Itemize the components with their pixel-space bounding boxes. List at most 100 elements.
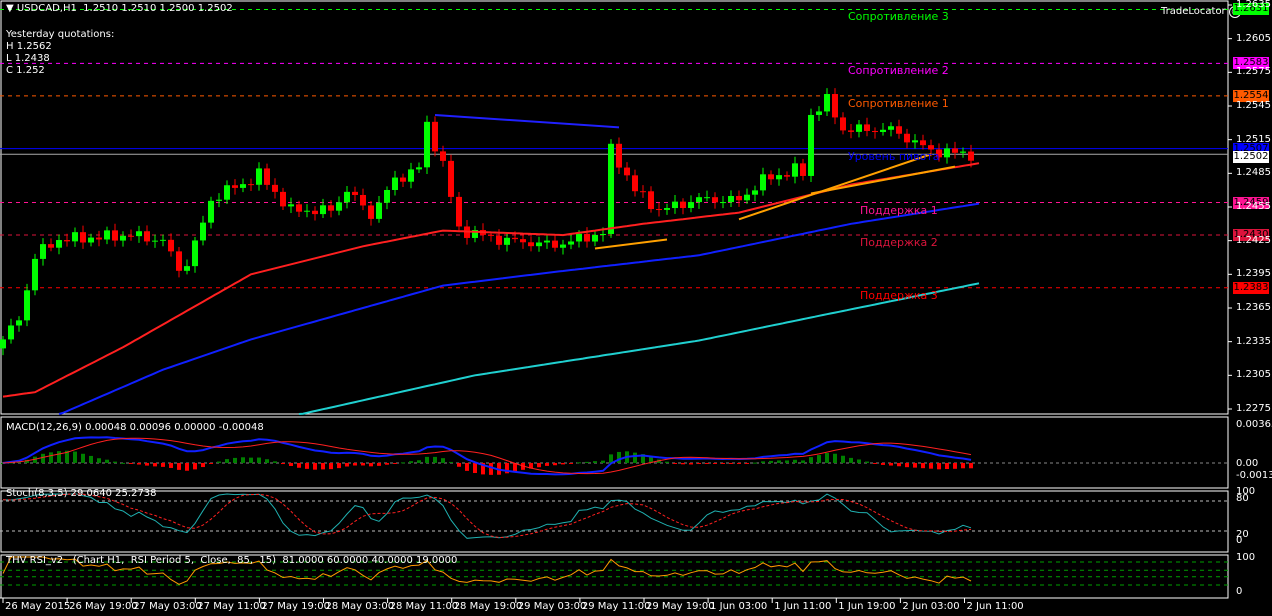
price-tick-label: 1.2455 [1236, 200, 1271, 212]
macd-histogram-bar [465, 462, 469, 471]
macd-histogram-bar [561, 462, 565, 465]
bear-candle [64, 240, 70, 242]
macd-histogram-bar [713, 462, 717, 464]
yesterday-low: L 1.2438 [6, 53, 50, 64]
bull-candle [256, 168, 262, 185]
bull-candle [344, 191, 350, 203]
bear-candle [232, 185, 238, 188]
macd-histogram-bar [193, 462, 197, 470]
bear-candle [896, 126, 902, 134]
bear-candle [352, 191, 358, 195]
trendline [594, 238, 668, 250]
bear-candle [328, 205, 334, 211]
bear-candle [168, 239, 174, 252]
bull-candle [704, 197, 710, 199]
time-tick-label: 26 May 19:00 [69, 601, 138, 612]
bear-candle [296, 204, 302, 212]
macd-histogram-bar [337, 462, 341, 469]
bull-candle [336, 202, 342, 211]
bear-candle [176, 251, 182, 271]
bull-candle [408, 169, 414, 182]
bull-candle [56, 240, 62, 248]
bull-candle [224, 185, 230, 200]
time-tick-label: 27 May 03:00 [133, 601, 202, 612]
bid-price-tag: 1.2502 [1233, 151, 1269, 163]
macd-histogram-bar [849, 457, 853, 463]
macd-histogram-bar [769, 460, 773, 463]
macd-histogram-bar [41, 453, 45, 463]
bear-candle [784, 175, 790, 177]
time-tick-label: 1 Jun 19:00 [838, 601, 896, 612]
macd-histogram-bar [385, 462, 389, 465]
bull-candle [856, 124, 862, 132]
macd-histogram-bar [137, 462, 141, 465]
price-tick-label: 1.2335 [1236, 335, 1271, 347]
macd-histogram-bar [49, 452, 53, 463]
macd-histogram-bar [801, 460, 805, 463]
macd-histogram-bar [889, 462, 893, 466]
collapse-triangle-icon[interactable]: ▼ [6, 3, 17, 14]
macd-histogram-bar [681, 462, 685, 465]
bull-candle [824, 94, 830, 112]
time-tick-label: 1 Jun 03:00 [710, 601, 768, 612]
bear-candle [680, 201, 686, 208]
bull-candle [240, 184, 246, 188]
bull-candle [776, 175, 782, 180]
bear-candle [248, 184, 254, 186]
macd-histogram-bar [969, 462, 973, 469]
bull-candle [416, 167, 422, 170]
macd-histogram-bar [289, 462, 293, 466]
macd-axis-max: 0.00365 [1236, 419, 1272, 430]
macd-histogram-bar [881, 462, 885, 465]
price-tick-label: 1.2515 [1236, 133, 1271, 145]
bear-candle [512, 237, 518, 240]
bear-candle [456, 196, 462, 227]
macd-histogram-bar [233, 457, 237, 463]
bear-candle [80, 232, 86, 243]
macd-histogram-bar [633, 452, 637, 463]
macd-histogram-bar [217, 461, 221, 463]
bull-candle [592, 234, 598, 242]
macd-histogram-bar [113, 461, 117, 463]
macd-histogram-bar [441, 458, 445, 463]
chart-canvas[interactable] [0, 0, 1272, 616]
bear-candle [520, 239, 526, 243]
macd-histogram-bar [673, 462, 677, 464]
macd-histogram-bar [209, 462, 213, 464]
macd-histogram-bar [761, 461, 765, 463]
macd-histogram-bar [73, 451, 77, 463]
macd-histogram-bar [921, 462, 925, 469]
bull-candle [816, 111, 822, 115]
macd-histogram-bar [369, 462, 373, 467]
macd-histogram-bar [665, 461, 669, 463]
bull-candle [560, 244, 566, 248]
macd-histogram-bar [841, 455, 845, 463]
bear-candle [736, 196, 742, 201]
level-label: Поддержка 3 [860, 288, 938, 302]
bear-candle [624, 167, 630, 176]
macd-histogram-bar [729, 462, 733, 464]
macd-histogram-bar [185, 462, 189, 471]
stoch-label: Stoch(8,3,5) 29.0640 25.2738 [6, 488, 157, 499]
macd-histogram-bar [793, 459, 797, 463]
bear-candle [640, 191, 646, 193]
macd-axis-zero: 0.00 [1236, 458, 1259, 469]
time-tick-label: 28 May 19:00 [453, 601, 523, 612]
time-tick-label: 27 May 11:00 [197, 601, 266, 612]
bear-candle [440, 151, 446, 161]
macd-histogram-bar [577, 462, 581, 464]
macd-histogram-bar [161, 462, 165, 467]
macd-histogram-bar [569, 462, 573, 464]
level-price-tag: 1.2383 [1233, 281, 1269, 294]
bull-candle [192, 240, 198, 267]
bull-candle [160, 239, 166, 241]
level-label: Поддержка 1 [860, 203, 938, 217]
macd-histogram-bar [281, 462, 285, 465]
macd-histogram-bar [617, 451, 621, 463]
bull-candle [880, 129, 886, 133]
macd-histogram-bar [945, 462, 949, 470]
bull-candle [720, 202, 726, 204]
bull-candle [912, 140, 918, 143]
bull-candle [376, 202, 382, 219]
time-tick-label: 2 Jun 11:00 [966, 601, 1024, 612]
